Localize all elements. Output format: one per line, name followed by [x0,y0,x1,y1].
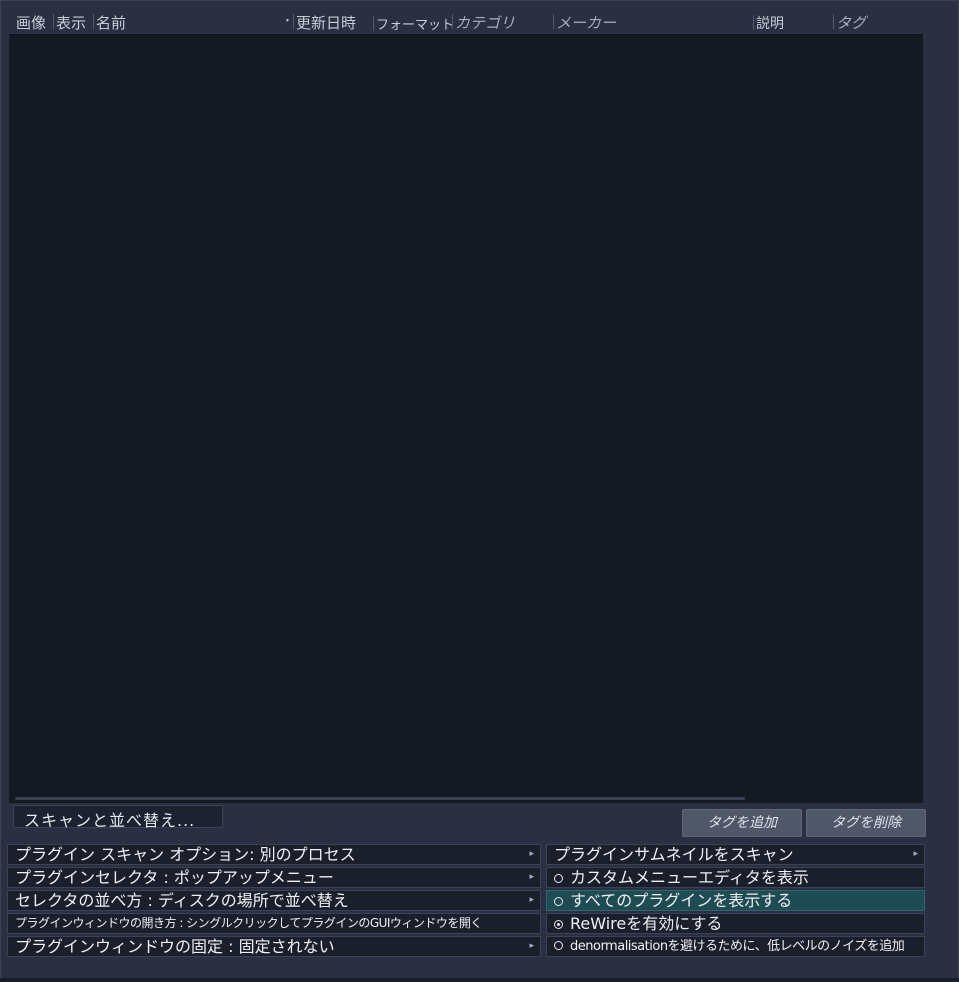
option-label: すべてのプラグインを表示する [570,891,793,910]
vertical-scrollbar[interactable] [923,34,953,802]
option-show-all-plugins[interactable]: すべてのプラグインを表示する [546,890,925,911]
radio-on-icon[interactable] [554,920,563,929]
option-custom-menu-editor[interactable]: カスタムメニューエディタを表示 [546,867,925,888]
option-label: denormalisationを避けるために、低レベルのノイズを追加 [570,939,905,954]
bottom-border [0,978,959,982]
submenu-arrow-icon: ▸ [913,849,918,859]
option-scan-mode[interactable]: プラグイン スキャン オプション: 別のプロセス ▸ [7,844,541,865]
radio-off-icon[interactable] [554,941,563,950]
add-tag-button[interactable]: タグを追加 [682,809,802,837]
submenu-arrow-icon: ▸ [529,941,534,951]
column-updated[interactable]: 更新日時 [292,12,356,32]
option-enable-rewire[interactable]: ReWireを有効にする [546,913,925,934]
column-image[interactable]: 画像 [16,12,46,32]
column-category[interactable]: カテゴリ [451,12,515,32]
option-label: プラグインウィンドウの開き方 : シングルクリックしてプラグインのGUIウィンド… [15,916,482,930]
option-label: プラグインサムネイルをスキャン [554,845,794,864]
submenu-arrow-icon: ▸ [529,895,534,905]
option-plugin-selector[interactable]: プラグインセレクタ : ポップアップメニュー ▸ [7,867,541,888]
option-label: プラグイン スキャン オプション: 別のプロセス [15,845,356,864]
option-add-noise[interactable]: denormalisationを避けるために、低レベルのノイズを追加 [546,936,925,957]
column-display[interactable]: 表示 [52,12,86,32]
scan-and-sort-button[interactable]: スキャンと並べ替え... [13,805,223,830]
radio-off-icon[interactable] [554,897,563,906]
radio-off-icon[interactable] [554,874,563,883]
column-description[interactable]: 説明 [753,13,784,32]
plugin-list[interactable] [9,34,923,803]
column-format[interactable]: フォーマット [372,14,454,33]
remove-tag-button[interactable]: タグを削除 [806,809,926,837]
option-label: カスタムメニューエディタを表示 [570,868,809,887]
column-maker[interactable]: メーカー [552,12,616,32]
option-window-open[interactable]: プラグインウィンドウの開き方 : シングルクリックしてプラグインのGUIウィンド… [7,913,541,934]
submenu-arrow-icon: ▸ [529,872,534,882]
column-name[interactable]: 名前 [92,12,126,32]
option-label: ReWireを有効にする [570,914,723,933]
column-header: 画像 表示 名前 ・ 更新日時 フォーマット カテゴリ メーカー 説明 タグ [9,9,923,33]
option-label: プラグインウィンドウの固定 : 固定されない [15,937,335,956]
option-label: セレクタの並べ方 : ディスクの場所で並べ替え [15,891,349,910]
sort-indicator-icon: ・ [282,14,293,27]
option-window-pin[interactable]: プラグインウィンドウの固定 : 固定されない ▸ [7,936,541,957]
option-label: プラグインセレクタ : ポップアップメニュー [15,868,334,887]
submenu-arrow-icon: ▸ [529,849,534,859]
option-selector-sort[interactable]: セレクタの並べ方 : ディスクの場所で並べ替え ▸ [7,890,541,911]
column-tag[interactable]: タグ [832,12,866,32]
plugin-manager-window: 画像 表示 名前 ・ 更新日時 フォーマット カテゴリ メーカー 説明 タグ ス… [0,0,959,982]
option-scan-thumbnails[interactable]: プラグインサムネイルをスキャン ▸ [546,844,925,865]
horizontal-scrollbar[interactable] [15,797,745,800]
